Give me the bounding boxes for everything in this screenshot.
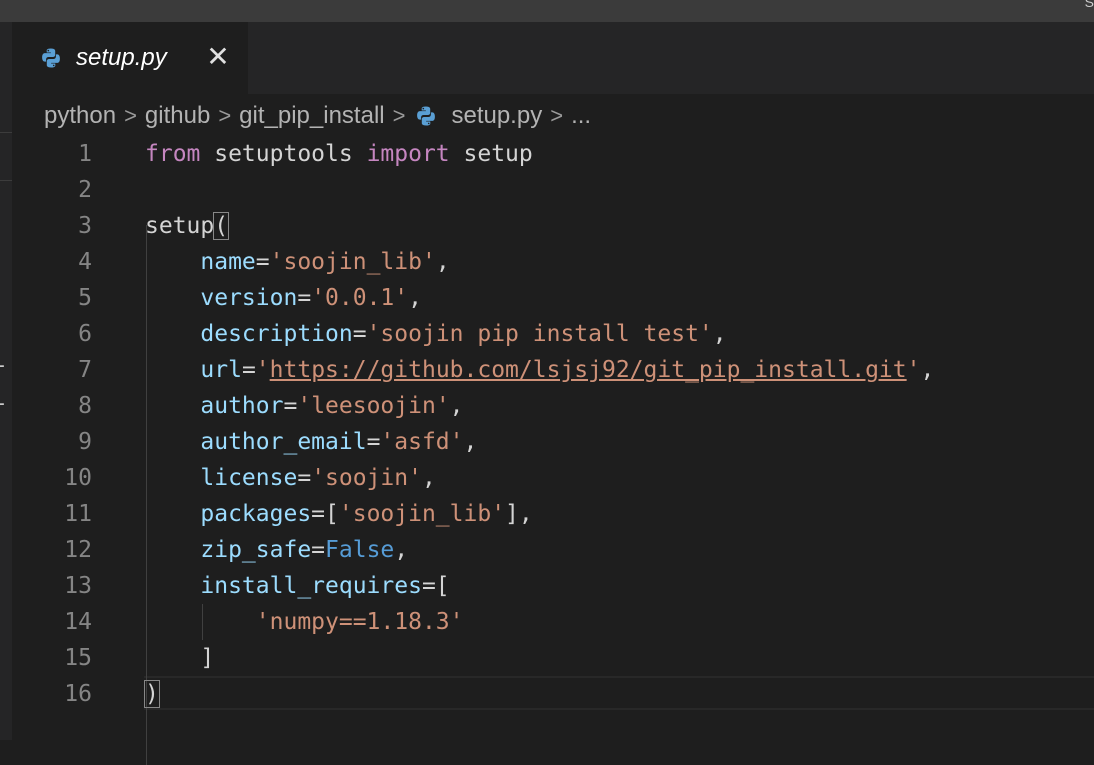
code-text: install_requires=[	[200, 573, 450, 599]
code-text: from setuptools import setup	[145, 141, 533, 167]
tab-setup-py[interactable]: setup.py ✕	[12, 22, 248, 94]
python-icon	[415, 105, 437, 127]
chevron-right-icon: >	[550, 103, 564, 128]
code-line: 6 description='soojin pip install test',	[0, 316, 1094, 352]
breadcrumb-item-setup-py[interactable]: setup.py	[451, 102, 542, 130]
code-line: 11 packages=['soojin_lib'],	[0, 496, 1094, 532]
code-text: packages=['soojin_lib'],	[200, 501, 533, 527]
code-text: version='0.0.1',	[200, 285, 422, 311]
code-line: 5 version='0.0.1',	[0, 280, 1094, 316]
code-text: name='soojin_lib',	[200, 249, 450, 275]
line-number: 12	[64, 537, 92, 563]
code-line: 14 'numpy==1.18.3'	[0, 604, 1094, 640]
code-line: 3 setup(	[0, 208, 1094, 244]
code-line: 16 )	[0, 676, 1094, 712]
title-bar: S	[0, 0, 1094, 22]
breadcrumb-item-git-pip-install[interactable]: git_pip_install	[239, 102, 384, 130]
url-link[interactable]: https://github.com/lsjsj92/git_pip_insta…	[270, 357, 907, 383]
matching-bracket: (	[213, 212, 230, 240]
line-number: 10	[64, 465, 92, 491]
line-number: 6	[78, 321, 92, 347]
code-editor[interactable]: 1 from setuptools import setup 2 3 setup…	[0, 136, 1094, 765]
code-line: 13 install_requires=[	[0, 568, 1094, 604]
line-number: 14	[64, 609, 92, 635]
line-number: 8	[78, 393, 92, 419]
breadcrumb-item-python[interactable]: python	[44, 102, 116, 130]
line-number: 3	[78, 213, 92, 239]
breadcrumb: python > github > git_pip_install > setu…	[44, 98, 591, 134]
chevron-right-icon: >	[218, 103, 232, 128]
code-line: 8 author='leesoojin',	[0, 388, 1094, 424]
line-number: 15	[64, 645, 92, 671]
code-line: 15 ]	[0, 640, 1094, 676]
line-number: 4	[78, 249, 92, 275]
code-text: ]	[200, 645, 215, 671]
code-text: author='leesoojin',	[200, 393, 464, 419]
side-panel-divider	[0, 132, 12, 133]
code-text: description='soojin pip install test',	[200, 321, 727, 347]
breadcrumb-item-more[interactable]: ...	[571, 102, 591, 130]
chevron-right-icon: >	[392, 103, 406, 128]
code-text: license='soojin',	[200, 465, 436, 491]
code-line: 12 zip_safe=False,	[0, 532, 1094, 568]
code-text: url='https://github.com/lsjsj92/git_pip_…	[200, 357, 935, 383]
line-number: 5	[78, 285, 92, 311]
code-line: 7 url='https://github.com/lsjsj92/git_pi…	[0, 352, 1094, 388]
code-line: 1 from setuptools import setup	[0, 136, 1094, 172]
code-text: setup(	[145, 212, 230, 240]
code-text: zip_safe=False,	[200, 537, 409, 563]
line-number: 2	[78, 177, 92, 203]
code-text: author_email='asfd',	[200, 429, 478, 455]
title-bar-char: S	[1084, 0, 1094, 10]
line-number: 13	[64, 573, 92, 599]
code-text: 'numpy==1.18.3'	[255, 609, 464, 635]
line-number: 1	[78, 141, 92, 167]
line-number: 16	[64, 681, 92, 707]
close-icon[interactable]: ✕	[206, 43, 230, 71]
code-line: 4 name='soojin_lib',	[0, 244, 1094, 280]
breadcrumb-item-github[interactable]: github	[145, 102, 210, 130]
python-icon	[40, 47, 62, 69]
chevron-right-icon: >	[124, 103, 137, 128]
code-line: 2	[0, 172, 1094, 208]
line-number: 7	[78, 357, 92, 383]
line-number: 11	[64, 501, 92, 527]
code-line: 9 author_email='asfd',	[0, 424, 1094, 460]
tab-label: setup.py	[76, 44, 167, 71]
matching-bracket: )	[144, 680, 160, 708]
code-line: 10 license='soojin',	[0, 460, 1094, 496]
code-text: )	[144, 676, 160, 712]
line-number: 9	[78, 429, 92, 455]
